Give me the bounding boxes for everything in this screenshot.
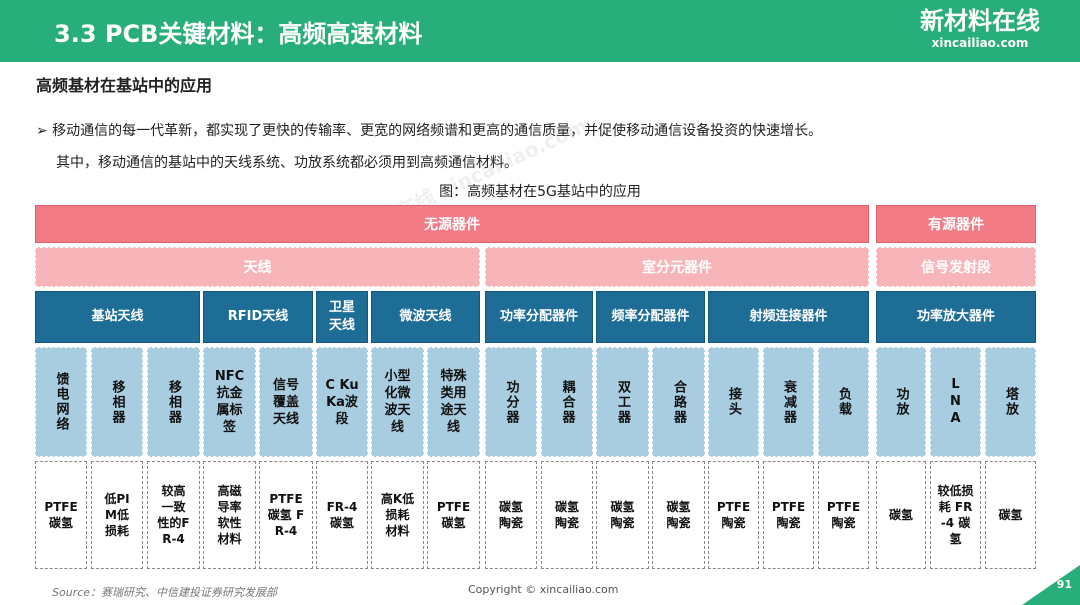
- subcategory-transmit: 信号发射段: [876, 247, 1036, 287]
- material-cell: 碳氢陶瓷: [541, 461, 593, 569]
- source-note: Source：赛瑞研究、中信建投证券研究发展部: [52, 586, 278, 599]
- material-cell: 低PIM低损耗: [91, 461, 143, 569]
- material-cell: PTFE 陶瓷: [763, 461, 814, 569]
- paragraph-2: 其中，移动通信的基站中的天线系统、功放系统都必须用到高频通信材料。: [56, 155, 518, 171]
- category-passive: 无源器件: [35, 205, 869, 243]
- subcategory-antenna: 天线: [35, 247, 480, 287]
- material-cell: 碳氢陶瓷: [652, 461, 705, 569]
- component-connector: 接头: [708, 347, 759, 457]
- component-power-amp: 功放: [876, 347, 926, 457]
- material-cell: 较低损耗 FR-4 碳氢: [930, 461, 981, 569]
- page-title: 3.3 PCB关键材料：高频高速材料: [54, 20, 423, 48]
- group-frequency-divider: 频率分配器件: [596, 291, 705, 343]
- material-cell: PTFE 碳氢: [35, 461, 87, 569]
- material-cell: 碳氢: [876, 461, 926, 569]
- material-cell: 高K低损耗材料: [371, 461, 424, 569]
- group-rfid-antenna: RFID天线: [203, 291, 313, 343]
- material-cell: 碳氢: [985, 461, 1036, 569]
- group-power-divider: 功率分配器件: [485, 291, 593, 343]
- component-band-c-ku-ka: C Ku Ka波段: [316, 347, 368, 457]
- copyright-note: Copyright © xincailiao.com: [468, 583, 619, 596]
- component-splitter: 功分器: [485, 347, 537, 457]
- group-rf-connector: 射频连接器件: [708, 291, 869, 343]
- figure-caption: 图：高频基材在5G基站中的应用: [439, 184, 641, 200]
- component-load: 负载: [818, 347, 869, 457]
- material-cell: FR-4 碳氢: [316, 461, 368, 569]
- page-number: 91: [1056, 578, 1072, 591]
- component-feed-network: 馈电网络: [35, 347, 87, 457]
- section-subtitle: 高频基材在基站中的应用: [36, 76, 213, 95]
- material-cell: 碳氢陶瓷: [596, 461, 649, 569]
- logo-en-text: xincailiao.com: [931, 36, 1029, 50]
- component-special-antenna: 特殊类用途天线: [427, 347, 480, 457]
- group-microwave-antenna: 微波天线: [371, 291, 480, 343]
- page-number-badge: 91: [1022, 565, 1080, 605]
- group-satellite-antenna: 卫星天线: [316, 291, 368, 343]
- subcategory-indoor: 室分元器件: [485, 247, 869, 287]
- component-mini-microwave: 小型化微波天线: [371, 347, 424, 457]
- group-base-antenna: 基站天线: [35, 291, 200, 343]
- material-cell: PTFE 碳氢: [427, 461, 480, 569]
- material-cell: PTFE 碳氢 FR-4: [259, 461, 313, 569]
- component-combiner: 合路器: [652, 347, 705, 457]
- logo-cn-text: 新材料在线: [920, 7, 1040, 35]
- component-tower-amp: 塔放: [985, 347, 1036, 457]
- material-cell: 高磁导率软性材料: [203, 461, 256, 569]
- category-active: 有源器件: [876, 205, 1036, 243]
- material-cell: PTFE 陶瓷: [818, 461, 869, 569]
- material-cell: 碳氢陶瓷: [485, 461, 537, 569]
- group-power-amplifier: 功率放大器件: [876, 291, 1036, 343]
- brand-logo: 新材料在线 xincailiao.com: [920, 6, 1040, 50]
- component-attenuator: 衰减器: [763, 347, 814, 457]
- header-bar: 3.3 PCB关键材料：高频高速材料 新材料在线 xincailiao.com: [0, 0, 1080, 62]
- component-coverage-antenna: 信号覆盖天线: [259, 347, 313, 457]
- component-nfc-tag: NFC抗金属标签: [203, 347, 256, 457]
- component-coupler: 耦合器: [541, 347, 593, 457]
- component-lna: LNA: [930, 347, 981, 457]
- component-phase-shifter-2: 移相器: [147, 347, 200, 457]
- component-phase-shifter-1: 移相器: [91, 347, 143, 457]
- material-cell: 较高一致性的FR-4: [147, 461, 200, 569]
- component-duplexer: 双工器: [596, 347, 649, 457]
- material-cell: PTFE 陶瓷: [708, 461, 759, 569]
